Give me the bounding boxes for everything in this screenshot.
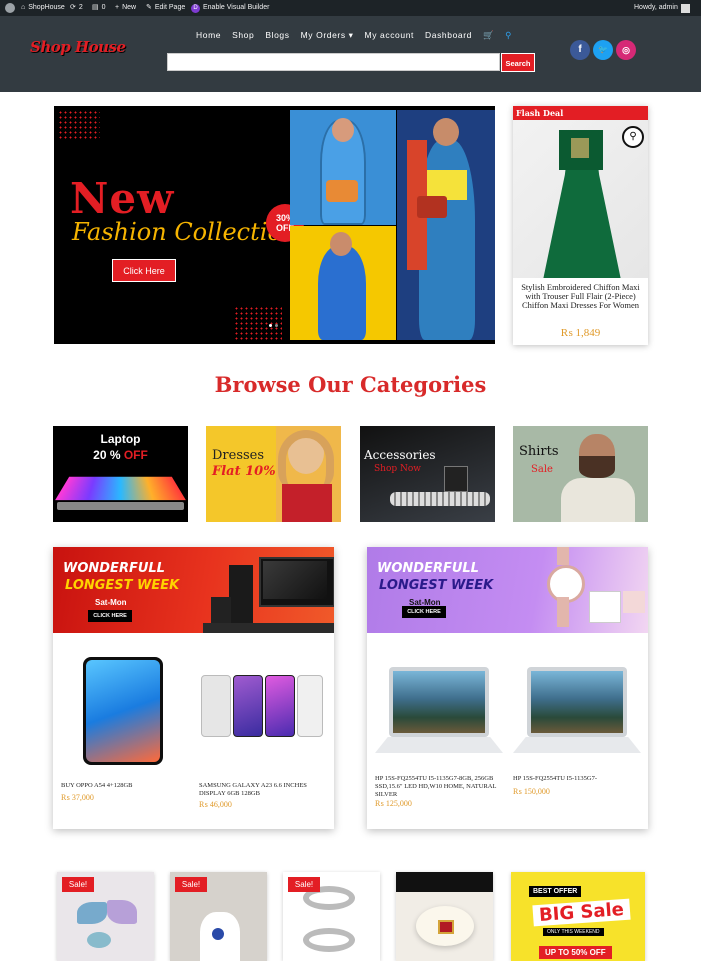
- nav-dashboard[interactable]: Dashboard: [425, 30, 472, 41]
- slider-dot[interactable]: [275, 324, 278, 327]
- sale-badge: Sale!: [288, 877, 320, 892]
- slider-dot[interactable]: [269, 324, 272, 327]
- hero-cta-button[interactable]: Click Here: [112, 259, 176, 282]
- big-sale-banner[interactable]: BEST OFFER BIG Sale ONLY THIS WEEKEND UP…: [511, 872, 645, 961]
- search-input[interactable]: [167, 53, 500, 71]
- pencil-icon: ✎: [146, 4, 152, 11]
- admin-edit-page-link[interactable]: ✎ Edit Page: [146, 0, 185, 16]
- cart-icon[interactable]: 🛒: [483, 30, 494, 41]
- promo-click-here-button[interactable]: CLICK HERE: [402, 606, 446, 618]
- product-price: ₨ 37,000: [61, 793, 94, 802]
- dots-decoration: [234, 306, 282, 340]
- best-offer-label: BEST OFFER: [529, 886, 582, 897]
- category-subtitle: 20 % OFF: [93, 448, 148, 462]
- nav-blogs[interactable]: Blogs: [265, 30, 289, 41]
- sale-badge: Sale!: [62, 877, 94, 892]
- promo-click-here-button[interactable]: CLICK HERE: [88, 610, 132, 622]
- flash-deal-card[interactable]: Flash Deal ⚲ Stylish Embroidered Chiffon…: [513, 106, 648, 345]
- category-title: Accessories: [364, 448, 436, 462]
- big-sale-title: BIG Sale: [532, 898, 631, 927]
- wordpress-logo-icon[interactable]: [5, 0, 15, 16]
- product-image[interactable]: [83, 657, 163, 765]
- admin-bar: ⌂ ShopHouse ⟳ 2 ▤ 0 + New ✎ Edit Page D …: [0, 0, 701, 16]
- hero-slider[interactable]: New Fashion Collection 30% OFF Click Her…: [54, 106, 495, 344]
- product-tile[interactable]: Sale!: [283, 872, 380, 961]
- sale-badge: Sale!: [175, 877, 207, 892]
- category-dresses[interactable]: Dresses Flat 10%: [206, 426, 341, 522]
- product-tile[interactable]: [396, 872, 493, 961]
- promo-line1: WONDERFULL: [377, 561, 479, 576]
- chevron-down-icon: ▾: [348, 30, 354, 40]
- categories-title: Browse Our Categories: [214, 372, 487, 397]
- hero-subtitle: Fashion Collection: [72, 218, 298, 246]
- flash-deal-product-name[interactable]: Stylish Embroidered Chiffon Maxi with Tr…: [517, 283, 644, 310]
- category-title: Shirts: [519, 444, 559, 459]
- site-logo[interactable]: Shop House: [30, 38, 126, 56]
- nav-my-account[interactable]: My account: [365, 30, 414, 41]
- promo-line1: WONDERFULL: [63, 561, 165, 576]
- main-nav: Home Shop Blogs My Orders ▾ My account D…: [196, 30, 512, 41]
- promo-card: WONDERFULL LONGEST WEEK Sat-Mon CLICK HE…: [367, 547, 648, 829]
- product-image[interactable]: [513, 667, 641, 759]
- search-button[interactable]: Search: [501, 53, 535, 72]
- hero-photo: [290, 226, 396, 340]
- product-name[interactable]: SAMSUNG GALAXY A23 6.6 INCHES DISPLAY 6G…: [199, 782, 324, 798]
- promo-days: Sat-Mon: [95, 598, 127, 607]
- flash-deal-price: ₨ 1,849: [560, 327, 601, 339]
- promo-line2: LONGEST WEEK: [379, 578, 494, 593]
- admin-site-link[interactable]: ⌂ ShopHouse: [21, 0, 65, 16]
- zoom-icon[interactable]: ⚲: [622, 126, 644, 148]
- twitter-icon[interactable]: 🐦: [593, 40, 613, 60]
- flash-deal-label: Flash Deal: [513, 106, 648, 120]
- dots-decoration: [58, 110, 100, 140]
- product-tile[interactable]: Sale!: [57, 872, 154, 961]
- facebook-icon[interactable]: f: [570, 40, 590, 60]
- category-title: Dresses: [212, 448, 265, 463]
- divi-icon: D: [191, 3, 200, 13]
- home-icon: ⌂: [21, 4, 26, 11]
- product-price: ₨ 150,000: [513, 787, 550, 796]
- product-price: ₨ 46,000: [199, 800, 232, 809]
- product-tile[interactable]: Sale!: [170, 872, 267, 961]
- category-subtitle: Shop Now: [374, 464, 421, 474]
- instagram-icon[interactable]: ◎: [616, 40, 636, 60]
- product-name[interactable]: HP 15S-FQ2554TU I5-1135G7-8GB, 256GB SSD…: [375, 775, 500, 799]
- promo-card: WONDERFULL LONGEST WEEK Sat-Mon CLICK HE…: [53, 547, 334, 829]
- product-price: ₨ 125,000: [375, 799, 412, 808]
- promo-banner[interactable]: WONDERFULL LONGEST WEEK Sat-Mon CLICK HE…: [367, 547, 648, 633]
- admin-comments-link[interactable]: ▤ 0: [92, 0, 106, 16]
- updates-icon: ⟳: [70, 4, 76, 11]
- nav-my-orders[interactable]: My Orders ▾: [301, 30, 354, 41]
- comment-icon: ▤: [92, 4, 99, 11]
- nav-home[interactable]: Home: [196, 30, 221, 41]
- category-subtitle: Flat 10%: [212, 464, 276, 479]
- product-image[interactable]: [375, 667, 503, 759]
- category-shirts[interactable]: Shirts Sale: [513, 426, 648, 522]
- promo-banner[interactable]: WONDERFULL LONGEST WEEK Sat-Mon CLICK HE…: [53, 547, 334, 633]
- product-image[interactable]: [201, 671, 323, 739]
- category-laptop[interactable]: Laptop 20 % OFF: [53, 426, 188, 522]
- admin-updates-link[interactable]: ⟳ 2: [70, 0, 83, 16]
- product-name[interactable]: HP 15S-FQ2554TU I5-1135G7-: [513, 775, 638, 783]
- nav-shop[interactable]: Shop: [232, 30, 254, 41]
- category-subtitle: Sale: [531, 464, 553, 475]
- admin-visual-builder-link[interactable]: D Enable Visual Builder: [191, 0, 269, 16]
- admin-account-link[interactable]: Howdy, admin: [634, 0, 690, 16]
- avatar: [680, 3, 690, 13]
- weekend-label: ONLY THIS WEEKEND: [543, 928, 604, 936]
- hero-title: New: [70, 174, 175, 223]
- hero-photo: [397, 110, 495, 340]
- category-title: Laptop: [100, 432, 141, 446]
- category-accessories[interactable]: Accessories Shop Now: [360, 426, 495, 522]
- discount-label: UP TO 50% OFF: [539, 946, 612, 959]
- promo-line2: LONGEST WEEK: [65, 578, 180, 593]
- plus-icon: +: [115, 4, 120, 11]
- search-icon[interactable]: ⚲: [505, 30, 512, 41]
- hero-photo: [290, 110, 396, 225]
- product-name[interactable]: BUY OPPO A54 4+128GB: [61, 782, 186, 790]
- admin-new-link[interactable]: + New: [115, 0, 136, 16]
